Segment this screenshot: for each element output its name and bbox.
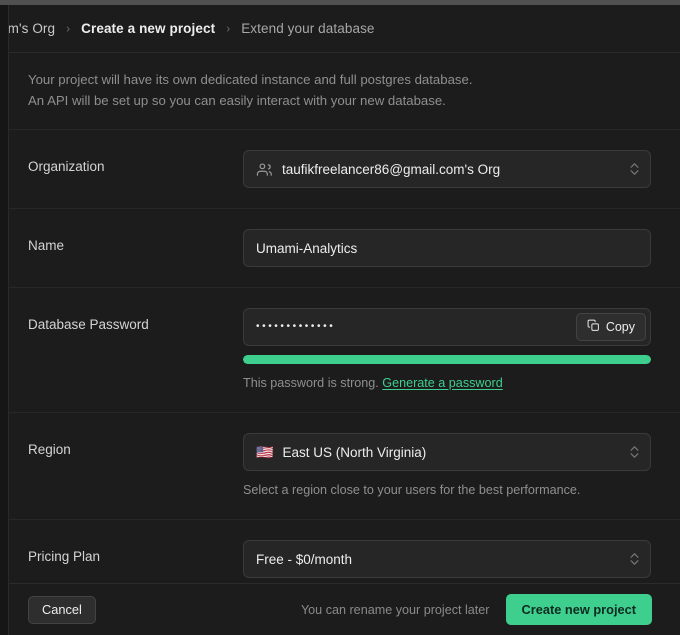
copy-icon [587, 319, 600, 335]
region-label: Region [28, 433, 243, 457]
name-input[interactable]: Umami-Analytics [243, 229, 651, 267]
password-help: This password is strong. Generate a pass… [243, 374, 650, 392]
region-select[interactable]: 🇺🇸 East US (North Virginia) [243, 433, 651, 471]
name-value: Umami-Analytics [256, 241, 357, 256]
footer-actions: You can rename your project later Create… [301, 594, 652, 625]
password-strength-fill [243, 355, 651, 364]
cancel-button[interactable]: Cancel [28, 596, 96, 624]
rename-note: You can rename your project later [301, 603, 490, 617]
us-flag-icon: 🇺🇸 [256, 445, 273, 459]
breadcrumb-separator-icon: › [226, 21, 230, 35]
pricing-plan-select[interactable]: Free - $0/month [243, 540, 651, 578]
database-password-input[interactable]: ••••••••••••• Copy [243, 308, 651, 346]
chevron-updown-icon [630, 553, 639, 565]
database-password-label: Database Password [28, 308, 243, 332]
copy-password-button[interactable]: Copy [576, 313, 646, 341]
form-row-pricing-plan: Pricing Plan Free - $0/month Select a pl… [0, 520, 680, 583]
name-label: Name [28, 229, 243, 253]
organization-select[interactable]: taufikfreelancer86@gmail.com's Org [243, 150, 651, 188]
form-row-database-password: Database Password ••••••••••••• Copy [0, 288, 680, 413]
pricing-plan-value: Free - $0/month [256, 552, 352, 567]
intro-text: Your project will have its own dedicated… [0, 53, 680, 130]
form-row-region: Region 🇺🇸 East US (North Virginia) Selec… [0, 413, 680, 520]
form-row-name: Name Umami-Analytics [0, 209, 680, 288]
breadcrumb: om's Org › Create a new project › Extend… [0, 5, 680, 53]
create-new-project-button[interactable]: Create new project [506, 594, 653, 625]
copy-button-label: Copy [606, 320, 635, 334]
password-help-text: This password is strong. [243, 376, 379, 390]
intro-line-2: An API will be set up so you can easily … [28, 90, 680, 111]
region-value: East US (North Virginia) [282, 445, 426, 460]
breadcrumb-separator-icon: › [66, 21, 70, 35]
region-help-text: Select a region close to your users for … [243, 481, 650, 499]
users-icon [256, 161, 273, 178]
password-strength-bar [243, 355, 651, 364]
breadcrumb-item-create-project[interactable]: Create a new project [81, 21, 215, 36]
database-password-value: ••••••••••••• [256, 322, 335, 332]
generate-password-link[interactable]: Generate a password [382, 376, 502, 390]
chevron-updown-icon [630, 446, 639, 458]
project-form-panel: Your project will have its own dedicated… [0, 53, 680, 583]
organization-value: taufikfreelancer86@gmail.com's Org [282, 162, 500, 177]
pricing-plan-label: Pricing Plan [28, 540, 243, 564]
intro-line-1: Your project will have its own dedicated… [28, 69, 680, 90]
breadcrumb-item-extend-database[interactable]: Extend your database [241, 21, 374, 36]
create-project-page: om's Org › Create a new project › Extend… [0, 0, 680, 635]
organization-label: Organization [28, 150, 243, 174]
left-gutter [0, 5, 9, 635]
chevron-updown-icon [630, 163, 639, 175]
form-row-organization: Organization taufikfreelancer86@gmail.co… [0, 130, 680, 209]
form-footer: Cancel You can rename your project later… [0, 583, 680, 635]
